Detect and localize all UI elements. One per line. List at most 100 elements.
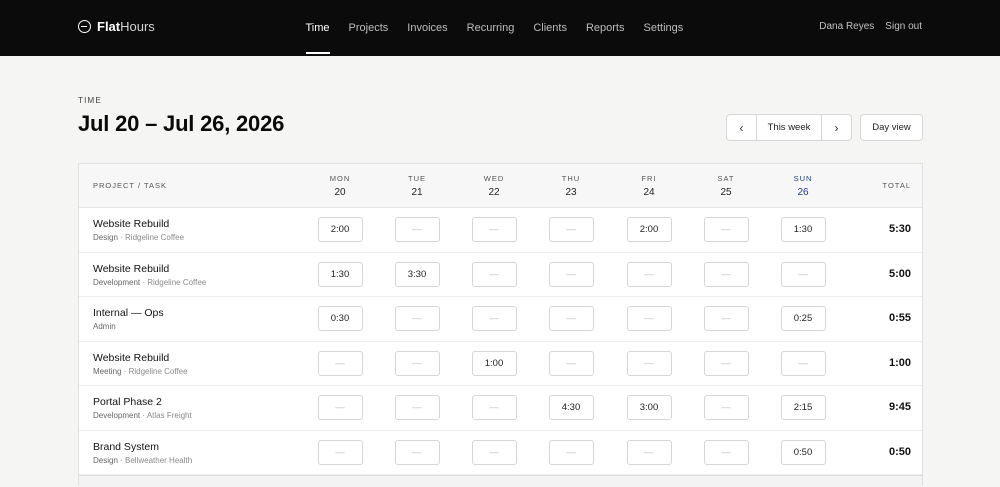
separator-dot: ·: [117, 233, 126, 242]
hours-input-mon[interactable]: 2:00: [317, 217, 363, 242]
hours-input-sat[interactable]: —: [703, 350, 749, 376]
hours-input-wed[interactable]: —: [471, 306, 517, 331]
hours-input-tue[interactable]: —: [394, 395, 440, 420]
row-total: 5:00: [888, 267, 911, 280]
app-logo[interactable]: FlatHours: [78, 19, 155, 34]
hours-input-fri[interactable]: 3:00: [626, 395, 672, 420]
timesheet-header: PROJECT / TASK TOTAL MON 20 TUE 21 WED 22 THU 2…: [79, 164, 922, 208]
hours-input-sun[interactable]: 0:50: [780, 439, 826, 465]
hours-input-mon[interactable]: —: [317, 439, 363, 465]
hours-input-fri[interactable]: —: [626, 350, 672, 376]
separator-dot: ·: [140, 411, 147, 420]
hours-input-wed[interactable]: —: [471, 439, 517, 465]
hours-input-fri[interactable]: —: [626, 306, 672, 331]
hours-input-fri[interactable]: —: [626, 439, 672, 465]
table-row: Internal — Ops Admin 0:30 — — — — — 0:25 0:55: [79, 297, 922, 342]
sign-out-link[interactable]: Sign out: [885, 21, 922, 32]
hours-input-tue[interactable]: —: [394, 439, 440, 465]
separator-dot: ·: [117, 455, 126, 465]
hours-input-mon[interactable]: —: [317, 350, 363, 376]
hours-input-tue[interactable]: —: [394, 217, 440, 242]
nav-recurring[interactable]: Recurring: [457, 0, 524, 56]
day-name: THU: [561, 174, 581, 183]
table-row: Brand System Design · Bellweather Health —…: [79, 431, 922, 475]
hours-input-mon[interactable]: 0:30: [317, 306, 363, 331]
table-row: Website Rebuild Development · Ridgeline C…: [79, 253, 922, 297]
hours-input-tue[interactable]: —: [394, 350, 440, 376]
day-number: 25: [720, 187, 732, 198]
hours-input-sat[interactable]: —: [703, 306, 749, 331]
hours-input-sun[interactable]: —: [780, 261, 826, 287]
hours-input-sun[interactable]: —: [780, 350, 826, 376]
nav-projects[interactable]: Projects: [339, 0, 398, 56]
previous-week-button[interactable]: ‹: [727, 115, 756, 140]
timesheet-footer: [79, 475, 922, 487]
total-header: TOTAL: [882, 181, 911, 190]
task-client-line: Design · Bellweather Health: [93, 456, 192, 465]
hours-input-thu[interactable]: —: [548, 261, 594, 287]
task-name: Development: [93, 411, 141, 420]
hours-input-sun[interactable]: 0:25: [780, 306, 826, 331]
hours-input-sat[interactable]: —: [703, 261, 749, 287]
task-name: Design: [93, 233, 118, 242]
hours-input-thu[interactable]: —: [548, 439, 594, 465]
nav-clients[interactable]: Clients: [524, 0, 577, 56]
hours-input-thu[interactable]: —: [548, 306, 594, 331]
day-header-tue: TUE 21: [387, 174, 447, 198]
row-total: 1:00: [888, 356, 911, 369]
nav-reports[interactable]: Reports: [576, 0, 634, 56]
day-number: 21: [411, 187, 423, 198]
hours-input-sat[interactable]: —: [703, 439, 749, 465]
hours-input-sat[interactable]: —: [703, 395, 749, 420]
project-name: Internal — Ops: [93, 307, 164, 319]
hours-input-tue[interactable]: 3:30: [394, 261, 440, 287]
task-client-line: Meeting · Ridgeline Coffee: [93, 367, 188, 376]
hours-input-wed[interactable]: —: [471, 395, 517, 420]
day-header-thu: THU 23: [541, 174, 601, 198]
day-name: MON: [329, 174, 351, 183]
chevron-left-icon: ‹: [739, 120, 744, 135]
nav-invoices[interactable]: Invoices: [398, 0, 457, 56]
project-name: Brand System: [93, 440, 159, 453]
nav-time[interactable]: Time: [296, 0, 339, 56]
hours-input-wed[interactable]: —: [471, 261, 517, 287]
hours-input-fri[interactable]: 2:00: [626, 217, 672, 242]
hours-input-wed[interactable]: 1:00: [471, 350, 517, 376]
hours-input-sun[interactable]: 1:30: [780, 217, 826, 242]
row-total: 0:50: [888, 445, 911, 458]
main-nav: Time Projects Invoices Recurring Clients Repo…: [296, 0, 693, 56]
day-header-sat: SAT 25: [696, 174, 756, 198]
client-name: Bellweather Health: [125, 455, 193, 465]
user-name[interactable]: Dana Reyes: [819, 21, 874, 32]
this-week-button[interactable]: This week: [756, 115, 822, 140]
project-name: Website Rebuild: [93, 262, 170, 275]
hours-input-thu[interactable]: 4:30: [548, 395, 594, 420]
hours-input-sat[interactable]: —: [703, 217, 749, 242]
timesheet-grid: PROJECT / TASK TOTAL MON 20 TUE 21 WED 22 THU 2…: [78, 163, 923, 487]
hours-input-fri[interactable]: —: [626, 261, 672, 287]
hours-input-mon[interactable]: 1:30: [317, 261, 363, 287]
nav-settings[interactable]: Settings: [634, 0, 693, 56]
row-total: 5:30: [888, 223, 911, 235]
task-name: Development: [93, 277, 141, 287]
hours-input-wed[interactable]: —: [471, 217, 517, 242]
hours-input-thu[interactable]: —: [548, 217, 594, 242]
day-number: 26: [797, 187, 809, 198]
project-task-header: PROJECT / TASK: [93, 181, 168, 190]
next-week-button[interactable]: ›: [822, 115, 851, 140]
project-name: Website Rebuild: [93, 351, 170, 364]
day-view-button[interactable]: Day view: [860, 114, 923, 141]
hours-input-thu[interactable]: —: [548, 350, 594, 376]
user-menu: Dana Reyes Sign out: [819, 21, 922, 32]
table-row: Website Rebuild Meeting · Ridgeline Coffe…: [79, 342, 922, 386]
page-title: Jul 20 – Jul 26, 2026: [78, 111, 285, 136]
app-name-bold: Flat: [97, 19, 121, 34]
hours-input-tue[interactable]: —: [394, 306, 440, 331]
hours-input-mon[interactable]: —: [317, 395, 363, 420]
day-header-sun: SUN 26: [773, 174, 833, 198]
hours-input-sun[interactable]: 2:15: [780, 395, 826, 420]
day-number: 22: [488, 187, 500, 198]
week-navigator: ‹ This week ›: [726, 114, 852, 141]
chevron-right-icon: ›: [834, 120, 839, 135]
client-name: Ridgeline Coffee: [128, 366, 188, 376]
